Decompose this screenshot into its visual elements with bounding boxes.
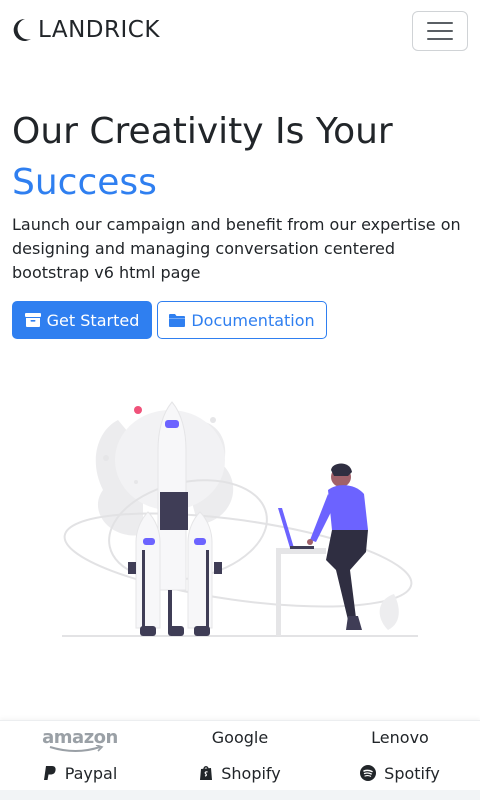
partner-logos-section: amazon Google Lenovo Paypal Shopify Spot…: [0, 720, 480, 800]
lenovo-logo-cell: Lenovo: [320, 725, 480, 749]
archive-box-icon: [24, 313, 41, 327]
get-started-button[interactable]: Get Started: [12, 301, 152, 339]
documentation-label: Documentation: [191, 310, 315, 330]
startup-illustration: [62, 401, 418, 637]
navbar: LANDRICK: [0, 0, 480, 62]
paypal-logo-cell: Paypal: [0, 761, 160, 785]
google-logo-cell: Google: [160, 725, 320, 749]
spotify-label: Spotify: [384, 763, 440, 783]
google-label: Google: [211, 727, 269, 747]
moon-icon: [13, 18, 31, 41]
spotify-icon: [360, 765, 377, 781]
documentation-button[interactable]: Documentation: [157, 301, 327, 339]
folder-icon: [169, 314, 186, 327]
hero-description: Launch our campaign and benefit from our…: [12, 215, 461, 282]
amazon-smile-icon: [49, 744, 104, 752]
navbar-toggler-button[interactable]: [412, 11, 468, 51]
brand-name: LANDRICK: [38, 17, 160, 43]
lenovo-label: Lenovo: [371, 727, 429, 747]
amazon-logo: amazon: [42, 727, 118, 752]
section-bottom-band: [0, 790, 480, 800]
brand-logo-link[interactable]: LANDRICK: [12, 16, 160, 44]
hamburger-menu-icon: [427, 21, 453, 41]
hero-title: Our Creativity Is Your Success: [12, 106, 472, 208]
shopify-label: Shopify: [221, 763, 281, 783]
hero-title-accent: Success: [12, 162, 157, 203]
paypal-label: Paypal: [64, 763, 118, 783]
paypal-icon: [43, 766, 56, 780]
shopify-icon: [200, 766, 213, 780]
spotify-logo-cell: Spotify: [320, 761, 480, 785]
amazon-logo-cell: amazon: [0, 725, 160, 752]
get-started-label: Get Started: [46, 310, 140, 330]
shopify-logo-cell: Shopify: [160, 761, 320, 785]
hero-title-main: Our Creativity Is Your: [12, 111, 393, 152]
